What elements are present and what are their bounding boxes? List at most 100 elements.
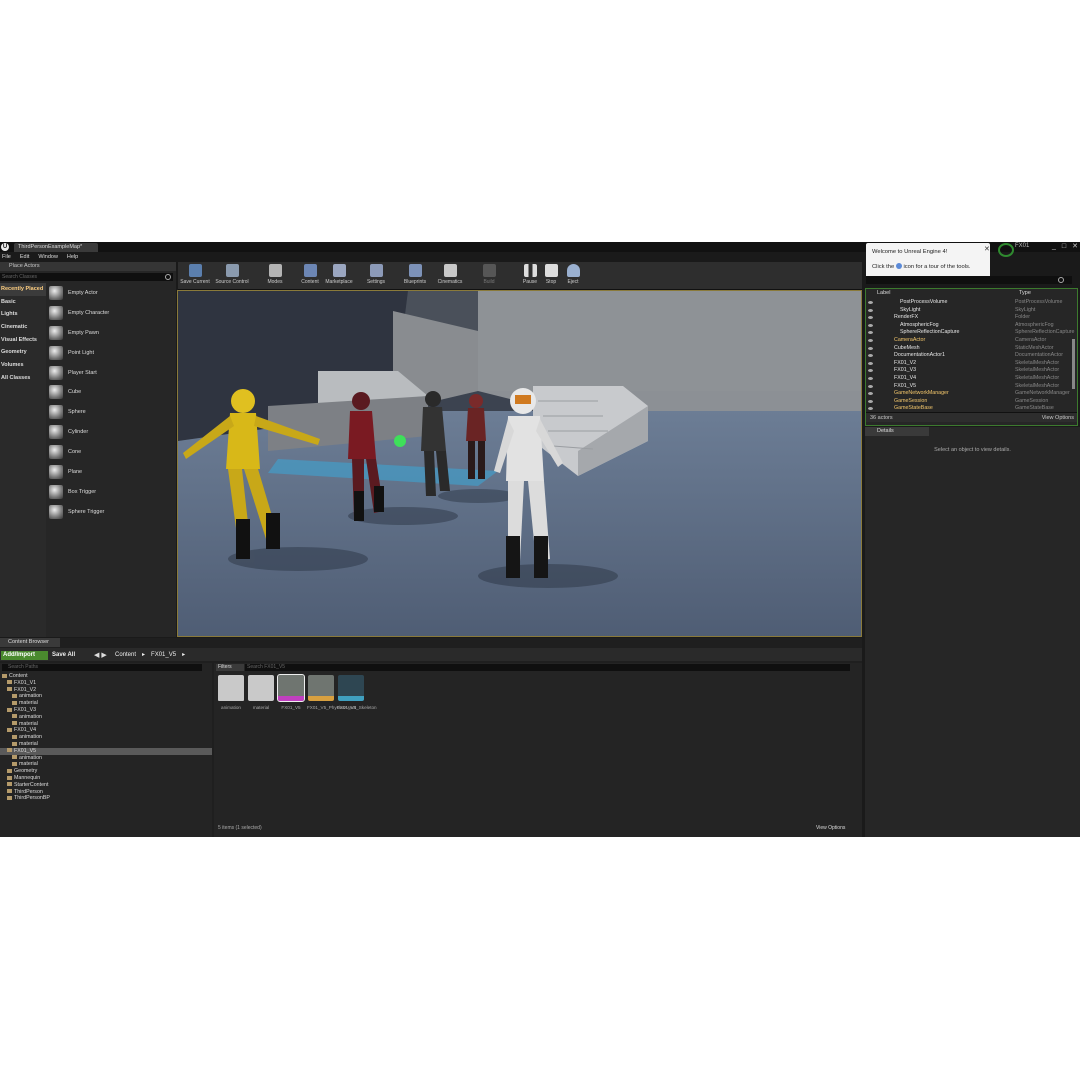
outliner-row[interactable]: SphereReflectionCapture SphereReflectionC… [866, 329, 1074, 337]
menu-help[interactable]: Help [67, 252, 78, 262]
visibility-eye-icon[interactable] [868, 346, 873, 350]
folder-tree-item[interactable]: animation [0, 714, 212, 721]
category-recently-placed[interactable]: Recently Placed [0, 283, 46, 296]
folder-tree-item[interactable]: material [0, 721, 212, 728]
visibility-eye-icon[interactable] [868, 377, 873, 380]
settings-button[interactable]: Settings [364, 263, 388, 289]
eject-button[interactable]: Eject [564, 263, 582, 289]
outliner-scrollbar[interactable] [1072, 339, 1075, 389]
asset-tile[interactable]: animation [217, 675, 245, 710]
folder-tree-item[interactable]: Mannequin [0, 775, 212, 782]
visibility-eye-icon[interactable] [868, 407, 873, 411]
menu-edit[interactable]: Edit [20, 252, 29, 262]
blueprints-button[interactable]: Blueprints [400, 263, 430, 289]
label-column-header[interactable]: Label [877, 289, 890, 297]
category-visual-effects[interactable]: Visual Effects [0, 334, 46, 347]
cinematics-button[interactable]: Cinematics [434, 263, 466, 289]
type-column-header[interactable]: Type [1019, 289, 1031, 297]
asset-tile[interactable]: material [247, 675, 275, 710]
folder-tree-item[interactable]: Content [0, 673, 212, 680]
outliner-row[interactable]: CameraActor CameraActor [866, 337, 1071, 345]
folder-tree-item[interactable]: Geometry [0, 768, 212, 775]
visibility-eye-icon[interactable] [868, 392, 873, 396]
visibility-eye-icon[interactable] [868, 399, 873, 403]
folder-tree-item[interactable]: material [0, 741, 212, 748]
content-browser-tab[interactable]: Content Browser [0, 638, 60, 647]
folder-tree-item[interactable]: FX01_V4 [0, 727, 212, 734]
outliner-row[interactable]: PostProcessVolume PostProcessVolume [866, 299, 1071, 307]
breadcrumb-fx01-v5[interactable]: FX01_V5 [151, 651, 176, 660]
visibility-eye-icon[interactable] [868, 308, 873, 312]
actor-item[interactable]: Sphere [47, 402, 173, 422]
content-button[interactable]: Content [298, 263, 322, 289]
folder-tree-item[interactable]: FX01_V3 [0, 707, 212, 714]
save-current-button[interactable]: Save Current [180, 263, 210, 289]
actor-item[interactable]: Sphere Trigger [47, 502, 173, 522]
outliner-row[interactable]: GameNetworkManager GameNetworkManager [866, 390, 1071, 398]
visibility-eye-icon[interactable] [868, 301, 873, 304]
outliner-row[interactable]: AtmosphericFog AtmosphericFog [866, 322, 1071, 330]
outliner-row[interactable]: FX01_V3 SkeletalMeshActor [866, 367, 1071, 375]
maximize-button[interactable]: □ [1062, 242, 1066, 252]
stop-button[interactable]: Stop [542, 263, 560, 289]
visibility-eye-icon[interactable] [868, 384, 873, 388]
asset-tile[interactable]: FX01_V5_Skeleton [337, 675, 377, 710]
visibility-eye-icon[interactable] [868, 361, 873, 365]
level-viewport[interactable] [177, 290, 862, 637]
outliner-view-options[interactable]: View Options [1042, 413, 1074, 423]
marketplace-button[interactable]: Marketplace [324, 263, 354, 289]
close-icon[interactable]: ✕ [984, 245, 990, 253]
category-all-classes[interactable]: All Classes [0, 372, 46, 385]
visibility-eye-icon[interactable] [868, 331, 873, 335]
details-tab[interactable]: Details [865, 427, 929, 436]
actor-item[interactable]: Cylinder [47, 422, 173, 442]
menu-window[interactable]: Window [38, 252, 58, 262]
outliner-row[interactable]: GameSession GameSession [866, 398, 1071, 406]
outliner-row[interactable]: FX01_V5 SkeletalMeshActor [866, 383, 1071, 391]
save-all-button[interactable]: Save All [52, 651, 75, 660]
category-volumes[interactable]: Volumes [0, 359, 46, 372]
build-button[interactable]: Build [478, 263, 500, 289]
asset-tile[interactable]: FX01_V5_PhysicsAsset [307, 675, 356, 710]
actor-item[interactable]: Empty Character [47, 303, 173, 323]
minimize-button[interactable]: _ [1052, 242, 1056, 252]
folder-tree-item[interactable]: FX01_V5 [0, 747, 212, 755]
folder-tree-item[interactable]: animation [0, 755, 212, 762]
outliner-row[interactable]: DocumentationActor1 DocumentationActor [866, 352, 1071, 360]
outliner-search-input[interactable] [866, 276, 1072, 284]
modes-button[interactable]: Modes [264, 263, 286, 289]
folder-tree-item[interactable]: FX01_V2 [0, 687, 212, 694]
tutorial-highlight-icon[interactable] [998, 243, 1014, 257]
add-import-button[interactable]: Add/Import [1, 651, 48, 660]
search-classes-input[interactable]: Search Classes [0, 273, 173, 281]
actor-item[interactable]: Cone [47, 442, 173, 462]
folder-tree-item[interactable]: material [0, 700, 212, 707]
menu-file[interactable]: File [2, 252, 11, 262]
category-geometry[interactable]: Geometry [0, 346, 46, 359]
visibility-eye-icon[interactable] [868, 369, 873, 373]
visibility-eye-icon[interactable] [868, 354, 873, 358]
back-forward-arrows-icon[interactable]: ◀ ▶ [94, 651, 107, 660]
category-lights[interactable]: Lights [0, 308, 46, 321]
actor-item[interactable]: Empty Pawn [47, 323, 173, 343]
asset-tile[interactable]: FX01_V5 [277, 674, 305, 710]
actor-item[interactable]: Empty Actor [47, 283, 173, 303]
tutorial-icon[interactable] [895, 263, 902, 269]
category-cinematic[interactable]: Cinematic [0, 321, 46, 334]
folder-tree-item[interactable]: StarterContent [0, 782, 212, 789]
outliner-row[interactable]: RenderFX Folder [866, 314, 1071, 322]
folder-tree-item[interactable]: ThirdPerson [0, 789, 212, 796]
breadcrumb-content[interactable]: Content [115, 651, 136, 660]
level-tab[interactable]: ThirdPersonExampleMap* [14, 243, 98, 252]
outliner-row[interactable]: CubeMesh StaticMeshActor [866, 345, 1071, 353]
actor-item[interactable]: Cube [47, 382, 173, 402]
close-button[interactable]: ✕ [1072, 242, 1078, 252]
visibility-eye-icon[interactable] [868, 316, 873, 320]
visibility-eye-icon[interactable] [868, 339, 873, 342]
search-assets-input[interactable]: Search FX01_V5 [245, 664, 850, 671]
actor-item[interactable]: Plane [47, 462, 173, 482]
asset-view-options[interactable]: View Options [816, 825, 845, 831]
outliner-row[interactable]: FX01_V2 SkeletalMeshActor [866, 360, 1071, 368]
actor-item[interactable]: Box Trigger [47, 482, 173, 502]
folder-tree-item[interactable]: material [0, 761, 212, 768]
